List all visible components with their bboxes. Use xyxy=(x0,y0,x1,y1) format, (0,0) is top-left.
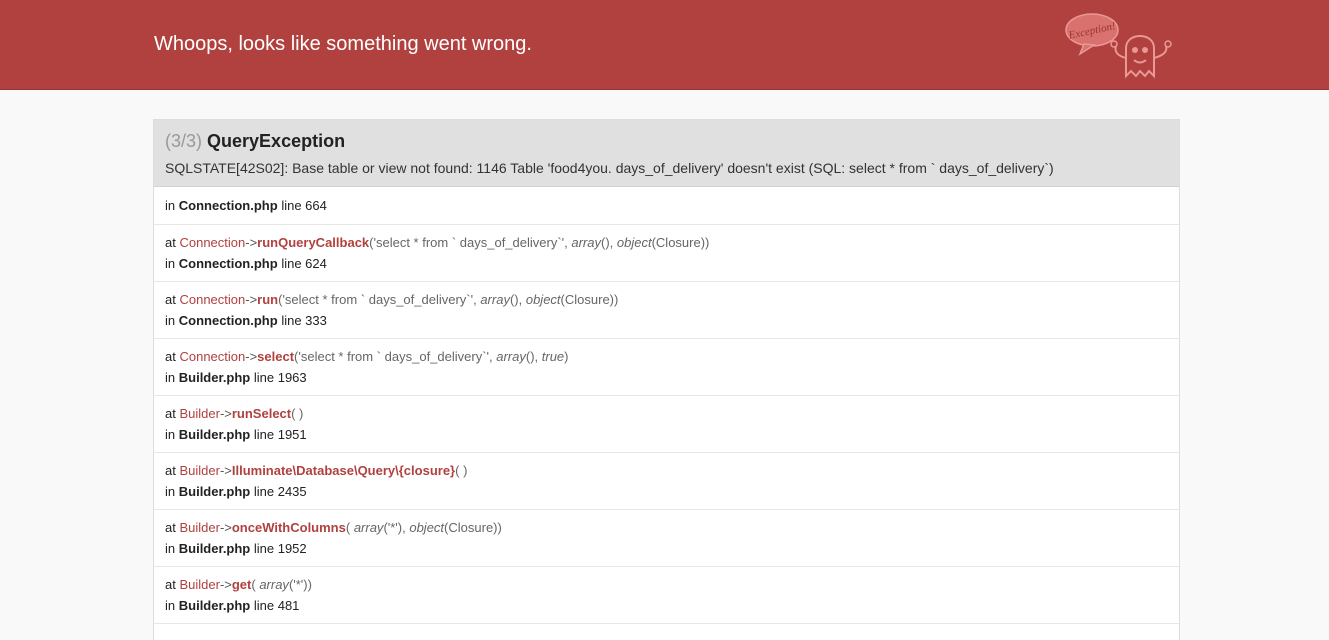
line-number: line 1963 xyxy=(253,370,307,385)
in-label: in xyxy=(165,427,176,442)
class-name: Connection xyxy=(179,349,246,364)
function-name: Illuminate\Database\Query\{closure} xyxy=(231,463,456,478)
line-number: line 1952 xyxy=(253,541,307,556)
call-args: ( array('*'), object(Closure)) xyxy=(345,520,502,535)
call-line: at Connection->run('select * from ` days… xyxy=(165,289,1168,310)
call-args: ( array('*')) xyxy=(251,577,312,592)
at-label: at xyxy=(165,235,176,250)
trace-frame: at Connection->runQueryCallback('select … xyxy=(154,225,1179,282)
function-name: runSelect xyxy=(231,406,292,421)
exception-count: (3/3) xyxy=(165,131,203,151)
at-label: at xyxy=(165,349,176,364)
in-label: in xyxy=(165,198,176,213)
file-line: in Connection.php line 624 xyxy=(165,253,1168,274)
trace-frame: at Builder->Illuminate\Database\Query\{c… xyxy=(154,453,1179,510)
trace-frame: at Builder->onceWithColumns( array('*'),… xyxy=(154,510,1179,567)
function-name: runQueryCallback xyxy=(257,235,370,250)
in-label: in xyxy=(165,598,176,613)
file-line: in Builder.php line 1951 xyxy=(165,424,1168,445)
file-line: in Builder.php line 1963 xyxy=(165,367,1168,388)
arrow: -> xyxy=(245,235,258,250)
arrow: -> xyxy=(245,292,258,307)
trace-frame: in Connection.php line 664 xyxy=(154,187,1179,225)
line-number: line 2435 xyxy=(253,484,307,499)
stack-trace: in Connection.php line 664 at Connection… xyxy=(154,187,1179,624)
trace-frame: at Builder->get( array('*')) in Builder.… xyxy=(154,567,1179,624)
call-line: at Builder->runSelect( ) xyxy=(165,403,1168,424)
call-args: ('select * from ` days_of_delivery`', ar… xyxy=(278,292,619,307)
exception-header: (3/3) QueryException SQLSTATE[42S02]: Ba… xyxy=(154,120,1179,187)
file-line: in Builder.php line 1952 xyxy=(165,538,1168,559)
class-name: Builder xyxy=(179,520,220,535)
arrow: -> xyxy=(219,520,232,535)
at-label: at xyxy=(165,520,176,535)
in-label: in xyxy=(165,484,176,499)
file-name: Builder.php xyxy=(178,541,251,556)
trace-frame: at Builder->runSelect( ) in Builder.php … xyxy=(154,396,1179,453)
file-name: Builder.php xyxy=(178,484,251,499)
line-number: line 1951 xyxy=(253,427,307,442)
exception-class: QueryException xyxy=(207,131,346,151)
file-name: Builder.php xyxy=(178,370,251,385)
line-number: line 333 xyxy=(281,313,327,328)
call-args: ('select * from ` days_of_delivery`', ar… xyxy=(294,349,569,364)
arrow: -> xyxy=(245,349,258,364)
arrow: -> xyxy=(219,577,232,592)
exception-message: SQLSTATE[42S02]: Base table or view not … xyxy=(165,160,1054,176)
call-args: ( ) xyxy=(291,406,304,421)
call-line: at Builder->get( array('*')) xyxy=(165,574,1168,595)
error-header: Whoops, looks like something went wrong.… xyxy=(0,0,1329,90)
class-name: Connection xyxy=(179,235,246,250)
call-args: ('select * from ` days_of_delivery`', ar… xyxy=(369,235,710,250)
exception-title: (3/3) QueryException xyxy=(165,120,1168,152)
exception-panel: (3/3) QueryException SQLSTATE[42S02]: Ba… xyxy=(153,119,1180,640)
file-name: Builder.php xyxy=(178,598,251,613)
function-name: onceWithColumns xyxy=(231,520,346,535)
function-name: get xyxy=(231,577,252,592)
call-line: at Connection->select('select * from ` d… xyxy=(165,346,1168,367)
in-label: in xyxy=(165,313,176,328)
class-name: Builder xyxy=(179,463,220,478)
page-title: Whoops, looks like something went wrong. xyxy=(154,33,532,55)
class-name: Builder xyxy=(179,577,220,592)
function-name: run xyxy=(257,292,279,307)
at-label: at xyxy=(165,292,176,307)
file-name: Connection.php xyxy=(178,198,278,213)
in-label: in xyxy=(165,370,176,385)
class-name: Connection xyxy=(179,292,246,307)
in-label: in xyxy=(165,256,176,271)
at-label: at xyxy=(165,577,176,592)
at-label: at xyxy=(165,406,176,421)
call-line: at Builder->onceWithColumns( array('*'),… xyxy=(165,517,1168,538)
line-number: line 664 xyxy=(281,198,327,213)
file-line: in Builder.php line 2435 xyxy=(165,481,1168,502)
file-line: in Builder.php line 481 xyxy=(165,595,1168,616)
at-label: at xyxy=(165,463,176,478)
arrow: -> xyxy=(219,463,232,478)
file-name: Builder.php xyxy=(178,427,251,442)
exception-ghost-icon: Exception! xyxy=(1065,13,1172,79)
file-name: Connection.php xyxy=(178,313,278,328)
in-label: in xyxy=(165,541,176,556)
function-name: select xyxy=(257,349,295,364)
class-name: Builder xyxy=(179,406,220,421)
file-line: in Connection.php line 333 xyxy=(165,310,1168,331)
line-number: line 481 xyxy=(253,598,300,613)
file-name: Connection.php xyxy=(178,256,278,271)
arrow: -> xyxy=(219,406,232,421)
line-number: line 624 xyxy=(281,256,327,271)
trace-frame: at Connection->select('select * from ` d… xyxy=(154,339,1179,396)
trace-frame: at Connection->run('select * from ` days… xyxy=(154,282,1179,339)
call-args: ( ) xyxy=(455,463,468,478)
call-line: at Builder->Illuminate\Database\Query\{c… xyxy=(165,460,1168,481)
call-line: at Connection->runQueryCallback('select … xyxy=(165,232,1168,253)
